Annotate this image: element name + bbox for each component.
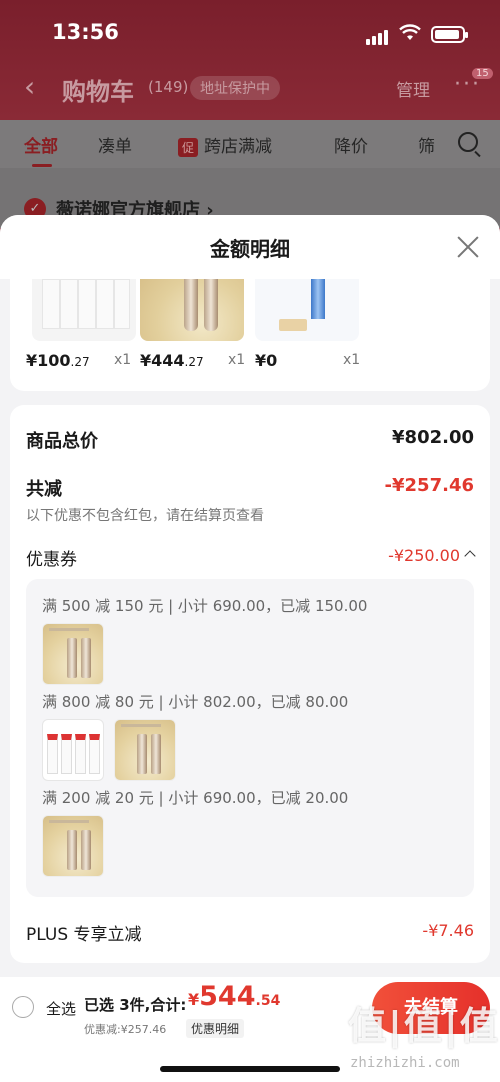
nav-bar: ‹ 购物车 (149) 地址保护中 管理 ··· 15 (0, 66, 500, 110)
reduce-note: 以下优惠不包含红包，请在结算页查看 (26, 508, 264, 524)
sheet-header: 金额明细 (0, 215, 500, 279)
tab-bundle[interactable]: 凑单 (98, 132, 132, 157)
product-qty: x1 (343, 352, 361, 368)
wifi-icon (399, 24, 421, 40)
goods-total-value: ¥802.00 (392, 427, 474, 448)
tab-all[interactable]: 全部 (24, 132, 58, 167)
bottle-graphic (311, 279, 325, 319)
address-protect-pill[interactable]: 地址保护中 (190, 76, 280, 100)
tab-filter[interactable]: 筛 (418, 132, 435, 157)
total-currency: ¥ (188, 990, 200, 1009)
home-indicator (160, 1066, 340, 1072)
product-image (255, 279, 359, 341)
watermark-url: zhizhizhi.com (350, 1055, 460, 1071)
coupon-label: 优惠券 (26, 550, 77, 570)
price-detail-card: 商品总价 ¥802.00 共减 -¥257.46 以下优惠不包含红包，请在结算页… (10, 405, 490, 963)
battery-icon (431, 26, 468, 43)
tab-cross-store[interactable]: 促跨店满减 (178, 132, 272, 157)
discount-text: 优惠减:¥257.46 (84, 1023, 167, 1036)
checkout-bar: 全选 已选 3件,合计: ¥544.54 优惠减:¥257.46 优惠明细 去结… (0, 977, 500, 1082)
product-image (140, 279, 244, 341)
product-qty: x1 (228, 352, 246, 368)
goods-total-label: 商品总价 (26, 431, 98, 452)
product-price-main: ¥444 (140, 351, 185, 370)
coupon-value: -¥250.00 (388, 546, 460, 565)
tab-price-drop[interactable]: 降价 (334, 132, 368, 157)
product-price: ¥100.27 (26, 351, 90, 370)
coupon-product-thumb (42, 815, 104, 877)
signal-icon (366, 26, 390, 45)
amount-detail-sheet: 金额明细 ¥100.27 x1 ¥444.27 x1 ¥0 x1 商品总价 ¥8… (0, 215, 500, 1082)
product-price: ¥444.27 (140, 351, 204, 370)
coupon-rule: 满 500 减 150 元 | 小计 690.00，已减 150.00 (42, 597, 368, 615)
coupon-detail-box: 满 500 减 150 元 | 小计 690.00，已减 150.00 满 80… (26, 579, 474, 897)
status-time: 13:56 (52, 20, 119, 44)
product-price-main: ¥0 (255, 351, 278, 370)
coupon-product-thumb (42, 623, 104, 685)
back-icon[interactable]: ‹ (24, 70, 35, 103)
coupon-rule: 满 800 减 80 元 | 小计 802.00，已减 80.00 (42, 693, 349, 711)
watermark-logo: 值|值|值 (348, 1004, 500, 1048)
product-price-main: ¥100 (26, 351, 71, 370)
tab-cross-store-label: 跨店满减 (204, 137, 273, 157)
search-icon[interactable] (458, 132, 478, 152)
manage-button[interactable]: 管理 (396, 76, 430, 101)
cart-count: (149) (148, 78, 189, 96)
total-price: ¥544.54 (188, 981, 280, 1012)
plus-label: PLUS 专享立减 (26, 925, 142, 945)
product-price-decimal: .27 (184, 355, 204, 369)
sheet-title: 金额明细 (210, 237, 290, 261)
plus-value: -¥7.46 (422, 921, 474, 940)
coupon-toggle[interactable]: -¥250.00 (388, 546, 476, 565)
status-bar: 13:56 (0, 18, 500, 48)
product-qty: x1 (114, 352, 132, 368)
selected-summary: 已选 3件,合计: (84, 996, 187, 1014)
page-title: 购物车 (62, 78, 134, 106)
product-price: ¥0 (255, 351, 277, 370)
product-price-decimal: .27 (70, 355, 90, 369)
select-all-radio[interactable] (12, 996, 34, 1018)
product-image (32, 279, 136, 341)
reduce-label: 共减 (26, 479, 62, 500)
coupon-product-thumb (114, 719, 176, 781)
badge-graphic (279, 319, 307, 331)
close-icon[interactable] (456, 235, 480, 259)
select-all-label[interactable]: 全选 (46, 998, 76, 1019)
coupon-product-thumb (42, 719, 104, 781)
chevron-up-icon (464, 550, 476, 562)
message-badge: 15 (472, 68, 493, 79)
discount-detail-link[interactable]: 优惠明细 (186, 1019, 245, 1038)
total-int: 544 (199, 981, 256, 1012)
promo-tag: 促 (178, 138, 199, 157)
reduce-value: -¥257.46 (384, 475, 474, 496)
product-strip: ¥100.27 x1 ¥444.27 x1 ¥0 x1 (10, 279, 490, 391)
total-decimal: .54 (255, 993, 281, 1009)
coupon-rule: 满 200 减 20 元 | 小计 690.00，已减 20.00 (42, 789, 349, 807)
filter-tabs: 全部 凑单 促跨店满减 降价 筛 (0, 120, 500, 168)
